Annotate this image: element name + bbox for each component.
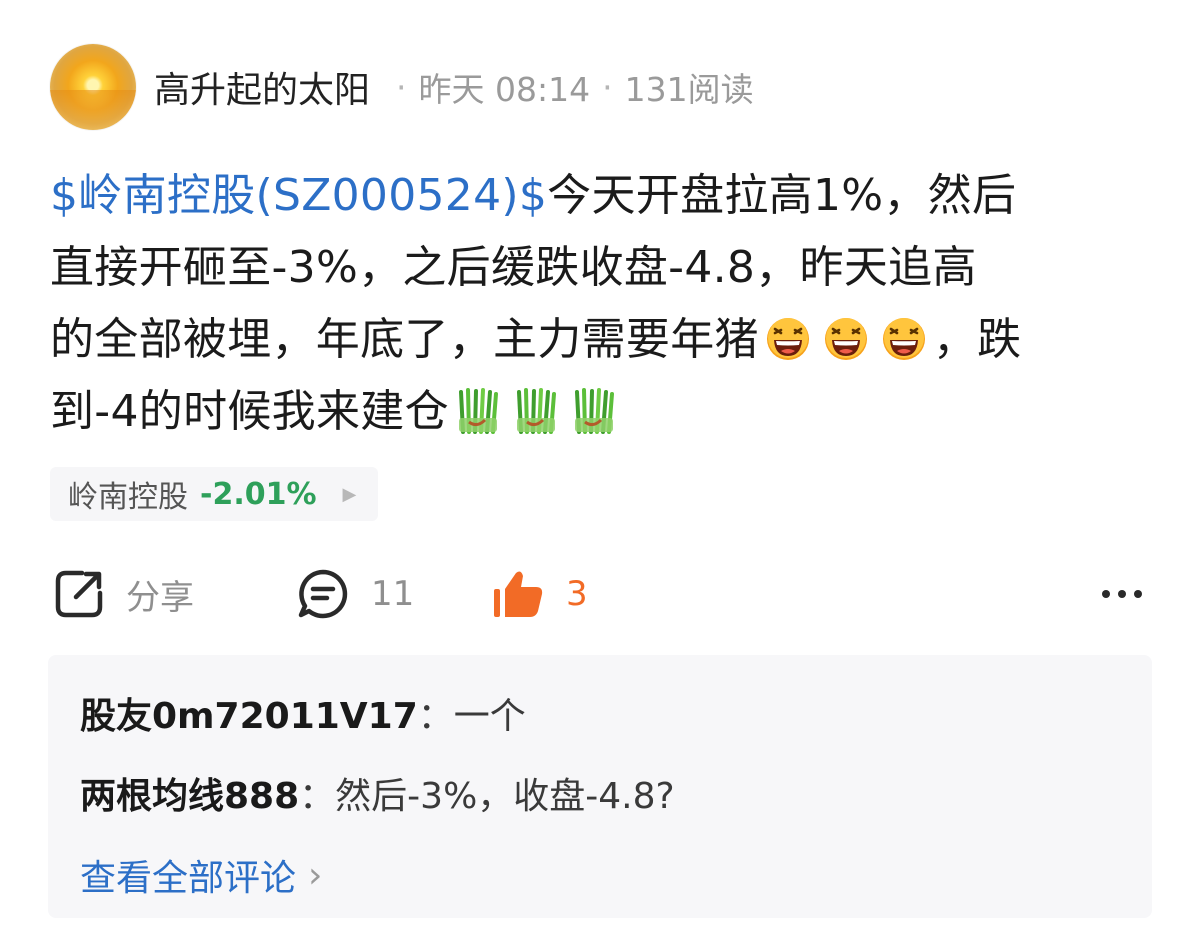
share-label: 分享 (126, 577, 194, 618)
comment-text: 然后-3%，收盘-4.8? (335, 776, 675, 817)
post-meta: · 昨天 08:14 · 131阅读 (384, 63, 754, 111)
post-time: 昨天 08:14 (418, 70, 591, 109)
leek-icon (574, 388, 614, 434)
more-button[interactable] (1100, 562, 1144, 626)
content-text: 的全部被埋，年底了，主力需要年猪 (50, 314, 759, 365)
leek-icon (516, 388, 556, 434)
avatar[interactable] (50, 44, 136, 130)
comment-preview: 股友0m72011V17 ： 一个 两根均线888 ： 然后-3%，收盘-4.8… (48, 655, 1152, 918)
comment-separator: ： (417, 696, 454, 737)
comment-button[interactable]: 11 (295, 562, 414, 626)
stock-tag-change: -2.01% (200, 476, 317, 512)
share-icon (55, 570, 103, 618)
meta-separator: · (602, 67, 613, 107)
view-all-label: 查看全部评论 (80, 858, 297, 899)
comment-count: 11 (371, 574, 415, 614)
comment-item[interactable]: 股友0m72011V17 ： 一个 (80, 687, 526, 739)
content-line-1: $岭南控股(SZ000524)$今天开盘拉高1%，然后 (50, 160, 1160, 232)
comment-separator: ： (299, 776, 336, 817)
laughing-face-icon (766, 318, 809, 360)
content-text: ，跌 (932, 314, 1022, 365)
like-button[interactable]: 3 (492, 562, 588, 626)
content-text: 到-4的时候我来建仓 (50, 386, 449, 437)
post-header: 高升起的太阳 · 昨天 08:14 · 131阅读 (50, 42, 754, 132)
action-bar: 分享 11 3 (52, 562, 1152, 626)
content-line-3: 的全部被埋，年底了，主力需要年猪 ，跌 (50, 304, 1160, 376)
comment-text: 一个 (453, 696, 526, 737)
comment-item[interactable]: 两根均线888 ： 然后-3%，收盘-4.8? (80, 767, 675, 819)
share-button[interactable]: 分享 (52, 562, 194, 626)
content-line-2: 直接开砸至-3%，之后缓跌收盘-4.8，昨天追高 (50, 242, 977, 293)
view-all-comments-link[interactable]: 查看全部评论 › (80, 849, 322, 901)
read-count: 131阅读 (624, 70, 754, 109)
comment-icon (298, 569, 348, 619)
content-text: 今天开盘拉高1%，然后 (547, 170, 1017, 221)
chevron-right-icon: › (308, 854, 323, 896)
author-name[interactable]: 高升起的太阳 (154, 61, 370, 113)
content-line-4: 到-4的时候我来建仓 (50, 376, 1160, 448)
post-card: 高升起的太阳 · 昨天 08:14 · 131阅读 $岭南控股(SZ000524… (0, 0, 1200, 925)
laughing-face-icon (824, 318, 867, 360)
stock-link[interactable]: $岭南控股(SZ000524)$ (50, 170, 547, 221)
stock-tag-name: 岭南控股 (68, 480, 188, 515)
laughing-face-icon (882, 318, 925, 360)
leek-icon (458, 388, 498, 434)
post-content: $岭南控股(SZ000524)$今天开盘拉高1%，然后 直接开砸至-3%，之后缓… (50, 160, 1160, 448)
meta-separator: · (396, 67, 407, 107)
play-arrow-icon: ▶ (342, 483, 357, 505)
comment-user[interactable]: 股友0m72011V17 (80, 687, 418, 739)
thumbs-up-icon (494, 571, 543, 617)
stock-tag[interactable]: 岭南控股 -2.01% ▶ (50, 467, 379, 521)
like-count: 3 (566, 574, 588, 614)
more-dots-icon (1102, 590, 1142, 598)
comment-user[interactable]: 两根均线888 (80, 767, 299, 819)
